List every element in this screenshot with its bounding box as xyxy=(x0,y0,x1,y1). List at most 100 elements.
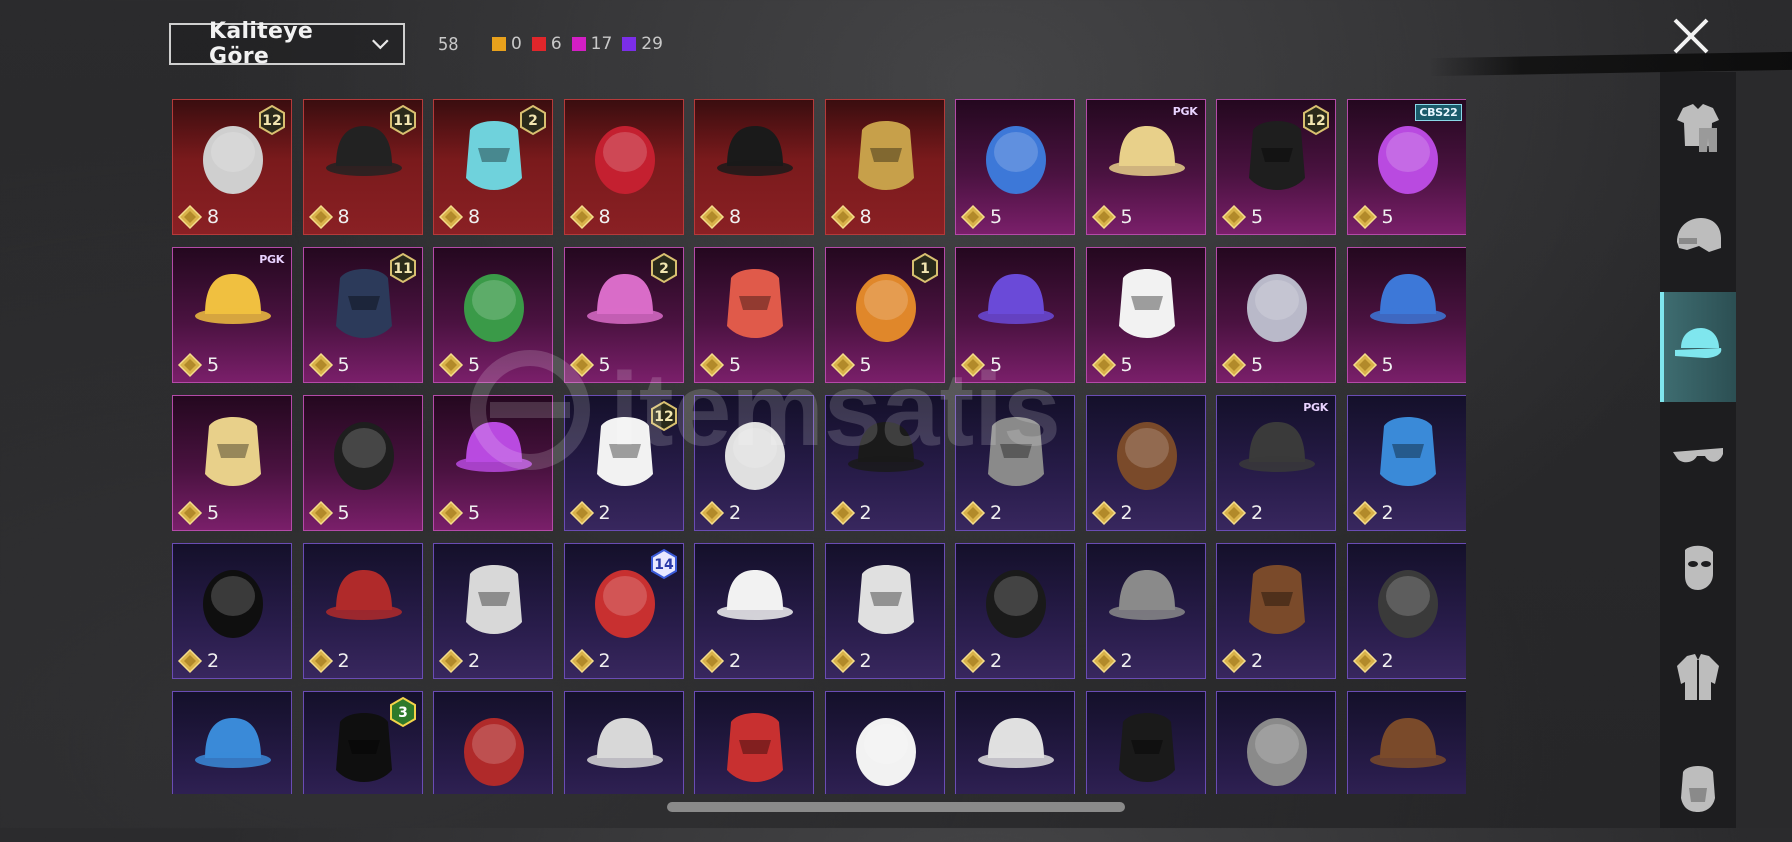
coin-icon xyxy=(1091,204,1116,230)
item-tile[interactable]: 14 2 xyxy=(563,543,684,679)
item-tile[interactable]: 5 xyxy=(302,395,423,531)
item-tile[interactable] xyxy=(824,691,945,794)
maroon-fedora-icon xyxy=(1247,718,1307,786)
item-tile[interactable]: 25 xyxy=(563,247,684,383)
item-tile[interactable]: 2 xyxy=(1346,395,1466,531)
item-tile[interactable]: 12 2 xyxy=(563,395,684,531)
item-cost: 5 xyxy=(960,204,1002,230)
shark-hood-icon xyxy=(986,570,1046,638)
item-tile[interactable]: 11 5 xyxy=(302,247,423,383)
black-cap-visor-icon xyxy=(1108,126,1185,176)
item-tile[interactable]: 28 xyxy=(433,99,553,235)
item-tile[interactable] xyxy=(433,691,553,794)
item-tile[interactable]: 2 xyxy=(694,543,814,679)
item-tile[interactable]: 2 xyxy=(172,543,292,679)
item-cost: 2 xyxy=(1352,500,1394,526)
item-tile[interactable]: 2 xyxy=(1085,543,1206,679)
item-cost-value: 5 xyxy=(1251,206,1264,228)
cake-hat-icon xyxy=(464,718,524,786)
item-tile[interactable]: 8 xyxy=(563,99,684,235)
season-badge: 12 xyxy=(259,104,285,136)
white-wide-hat-icon xyxy=(1116,422,1177,490)
item-tile[interactable]: 2 xyxy=(694,395,814,531)
item-tile[interactable] xyxy=(694,691,814,794)
sidebar-item-hat[interactable] xyxy=(1660,292,1736,402)
season-badge-number: 14 xyxy=(654,557,674,573)
item-cost: 8 xyxy=(177,204,219,230)
item-tile[interactable]: 8 xyxy=(694,99,814,235)
item-tile[interactable]: 2 xyxy=(1346,543,1466,679)
item-tile[interactable]: 12 5 xyxy=(1216,99,1336,235)
item-cost: 2 xyxy=(1091,648,1133,674)
item-cost: 2 xyxy=(699,500,741,526)
item-tile[interactable]: 15 xyxy=(824,247,945,383)
item-cost-value: 5 xyxy=(207,502,220,524)
item-cost-value: 2 xyxy=(1251,502,1264,524)
item-cost-value: 5 xyxy=(990,206,1003,228)
item-tile[interactable] xyxy=(172,691,292,794)
sidebar-item-mask[interactable] xyxy=(1660,512,1736,622)
item-tile[interactable]: 8 xyxy=(824,99,945,235)
event-badge: PGK xyxy=(1303,401,1328,414)
item-cost: 5 xyxy=(1221,352,1263,378)
item-tile[interactable]: 5 xyxy=(1085,247,1206,383)
hooded-mask-icon xyxy=(1247,274,1307,342)
item-tile[interactable]: 3 xyxy=(302,691,423,794)
coin-icon xyxy=(438,648,464,674)
item-tile[interactable]: 5 xyxy=(433,247,553,383)
sidebar-item-helmet[interactable] xyxy=(1660,182,1736,292)
item-cost-value: 5 xyxy=(859,354,872,376)
item-tile[interactable]: 5 xyxy=(955,247,1075,383)
item-tile[interactable]: 11 8 xyxy=(302,99,423,235)
item-tile[interactable]: CBS22 5 xyxy=(1346,99,1466,235)
item-tile[interactable] xyxy=(1085,691,1206,794)
sidebar-item-jacket[interactable] xyxy=(1660,622,1736,732)
coin-icon xyxy=(308,500,333,526)
sort-dropdown[interactable]: Kaliteye Göre xyxy=(169,19,405,69)
item-tile[interactable] xyxy=(1216,691,1336,794)
item-tile[interactable] xyxy=(1346,691,1466,794)
item-cost: 2 xyxy=(438,648,480,674)
season-badge-number: 11 xyxy=(393,261,412,277)
coin-icon xyxy=(1352,500,1377,526)
sidebar-item-outfit[interactable] xyxy=(1660,72,1736,182)
blue-purple-hair-icon xyxy=(1377,126,1438,194)
item-cost-value: 5 xyxy=(990,354,1003,376)
item-tile[interactable]: PGK 2 xyxy=(1216,395,1336,531)
coin-icon xyxy=(960,500,986,526)
coin-icon xyxy=(569,352,594,378)
item-tile[interactable]: 5 xyxy=(172,395,292,531)
season-badge: 1 xyxy=(911,252,938,284)
sidebar-item-face-paint[interactable] xyxy=(1660,732,1736,842)
item-tile[interactable]: PGK 5 xyxy=(1085,99,1206,235)
item-tile[interactable]: 2 xyxy=(433,543,553,679)
coin-icon xyxy=(699,500,725,526)
quality-count-purple: 29 xyxy=(622,34,663,54)
item-tile[interactable]: 12 8 xyxy=(172,99,292,235)
coin-icon xyxy=(308,352,333,378)
red-oni-mask-icon xyxy=(594,126,655,194)
item-tile[interactable] xyxy=(955,691,1075,794)
item-tile[interactable] xyxy=(563,691,684,794)
item-tile[interactable]: 5 xyxy=(433,395,553,531)
item-tile[interactable]: 5 xyxy=(1346,247,1466,383)
item-tile[interactable]: 2 xyxy=(955,543,1075,679)
item-tile[interactable]: 5 xyxy=(1216,247,1336,383)
item-tile[interactable]: 5 xyxy=(694,247,814,383)
item-tile[interactable]: 2 xyxy=(1216,543,1336,679)
item-tile[interactable]: 2 xyxy=(1085,395,1206,531)
close-icon[interactable] xyxy=(1670,15,1712,57)
item-cost: 2 xyxy=(960,500,1002,526)
item-tile[interactable]: PGK 5 xyxy=(172,247,292,383)
item-cost: 2 xyxy=(1221,648,1263,674)
item-tile[interactable]: 2 xyxy=(955,395,1075,531)
horizontal-scrollbar[interactable] xyxy=(667,802,1125,812)
item-tile[interactable]: 2 xyxy=(824,543,945,679)
season-badge-number: 1 xyxy=(920,261,930,277)
item-tile[interactable]: 2 xyxy=(302,543,423,679)
chevron-down-icon xyxy=(372,39,389,50)
sidebar-item-glasses[interactable] xyxy=(1660,402,1736,512)
item-tile[interactable]: 2 xyxy=(824,395,945,531)
coin-icon xyxy=(1352,204,1377,230)
item-tile[interactable]: 5 xyxy=(955,99,1075,235)
